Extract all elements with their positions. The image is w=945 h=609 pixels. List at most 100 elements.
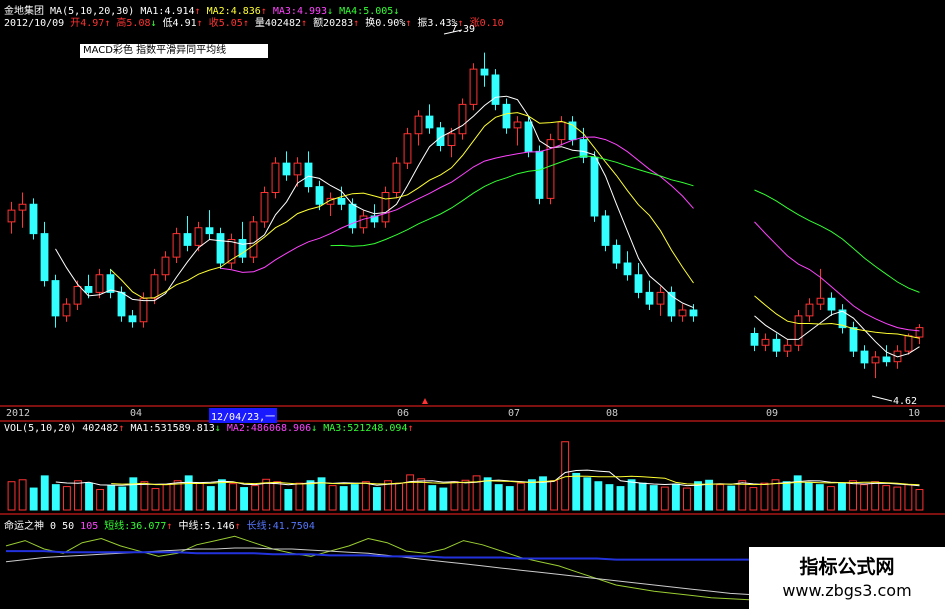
watermark-title: 指标公式网 xyxy=(799,556,895,578)
volume-bar xyxy=(782,481,791,511)
volume-bar xyxy=(838,482,846,511)
candle-body xyxy=(205,227,214,235)
candle-body xyxy=(161,256,170,276)
candle-body xyxy=(469,68,478,105)
candle-body xyxy=(304,162,313,188)
candle-body xyxy=(783,344,792,352)
volume-bar xyxy=(738,480,747,511)
x-label-2012: 2012 xyxy=(6,408,31,419)
candle-body xyxy=(381,192,390,223)
volume-bar xyxy=(849,480,857,511)
candle-body xyxy=(590,156,599,217)
volume-bar xyxy=(660,486,669,511)
candle-body xyxy=(260,192,269,223)
candle-body xyxy=(882,356,891,363)
volume-bars xyxy=(7,441,924,511)
volume-bar xyxy=(882,485,891,511)
volume-bar xyxy=(151,488,160,511)
candle-body xyxy=(904,335,913,352)
candle-body xyxy=(73,286,82,305)
candle-body xyxy=(359,215,368,229)
candle-body xyxy=(794,315,803,346)
volume-bar xyxy=(627,479,636,511)
volume-bar xyxy=(904,484,913,511)
candle-body xyxy=(7,209,16,223)
volume-bar xyxy=(638,482,647,511)
volume-bar xyxy=(372,487,381,511)
candle-body xyxy=(51,280,60,317)
candle-body xyxy=(871,356,880,364)
x-label-08: 08 xyxy=(606,408,619,419)
volume-bar xyxy=(40,475,49,511)
volume-bar xyxy=(528,479,536,511)
vol-ma2: MA2:486068.906 xyxy=(226,423,312,434)
volume-bar xyxy=(7,481,16,511)
candle-body xyxy=(29,203,38,235)
volume-bar xyxy=(284,489,293,511)
volume-bar xyxy=(184,475,193,511)
candle-body xyxy=(524,121,533,152)
candle-body xyxy=(816,297,825,305)
candle-body xyxy=(513,121,522,129)
candle-body xyxy=(414,115,423,135)
volume-bar xyxy=(760,482,769,511)
candle-body xyxy=(249,221,258,258)
indicator-header: 命运之神 0 50 105 短线:36.077↑ 中线:5.146↑ 长线:41… xyxy=(4,521,315,532)
volume-bar xyxy=(251,485,260,511)
candle-body xyxy=(117,291,126,317)
volume-bar xyxy=(74,480,82,511)
cursor-date-tag: 12/04/23,一 xyxy=(209,408,278,423)
candle-body xyxy=(750,333,759,346)
candle-body xyxy=(128,315,137,323)
x-label-09: 09 xyxy=(766,408,779,419)
indicator-p3: 105 xyxy=(80,521,99,532)
volume-bar xyxy=(860,484,869,511)
candle-body xyxy=(860,350,869,364)
volume-bar xyxy=(118,486,127,511)
volume-bar xyxy=(494,484,503,511)
cursor-marker-icon xyxy=(422,398,428,404)
volume-bar xyxy=(450,481,459,511)
candle-body xyxy=(62,303,71,317)
candle-body xyxy=(623,262,632,276)
candle-body xyxy=(425,115,434,129)
candle-body xyxy=(150,274,159,299)
volume-bar xyxy=(417,478,426,511)
volume-bar xyxy=(483,477,492,511)
volume-bar xyxy=(62,486,71,511)
volume-bar xyxy=(85,482,93,511)
volume-bar xyxy=(771,479,780,511)
candle-body xyxy=(172,233,181,258)
volume-bar xyxy=(893,486,902,511)
candle-body xyxy=(282,162,291,176)
candle-body xyxy=(761,338,770,346)
candle-body xyxy=(689,309,698,317)
candle-body xyxy=(491,74,500,105)
volume-bar xyxy=(140,481,149,511)
volume-bar xyxy=(616,486,625,511)
candle-body xyxy=(645,291,654,305)
candle-body xyxy=(634,274,643,293)
volume-bar xyxy=(217,479,226,511)
candle-body xyxy=(849,327,858,352)
x-label-04: 04 xyxy=(130,408,143,419)
volume-bar xyxy=(206,486,215,511)
volume-bar xyxy=(505,486,514,511)
candle-body xyxy=(579,139,588,158)
vol-ma3: MA3:521248.094 xyxy=(323,423,408,434)
volume-bar xyxy=(295,482,304,511)
candle-body xyxy=(502,103,511,129)
candle-body xyxy=(392,162,401,193)
candle-body xyxy=(337,197,346,205)
candle-body xyxy=(480,68,489,76)
candle-body xyxy=(458,103,467,135)
volume-bar xyxy=(550,480,559,511)
candle-body xyxy=(315,186,324,205)
volume-bar xyxy=(406,474,415,511)
volume-bar xyxy=(328,485,337,511)
candle-body xyxy=(601,215,610,246)
volume-bar xyxy=(162,484,171,511)
volume-bar xyxy=(107,485,116,511)
ma30-line xyxy=(754,189,920,293)
volume-bar xyxy=(428,485,437,511)
